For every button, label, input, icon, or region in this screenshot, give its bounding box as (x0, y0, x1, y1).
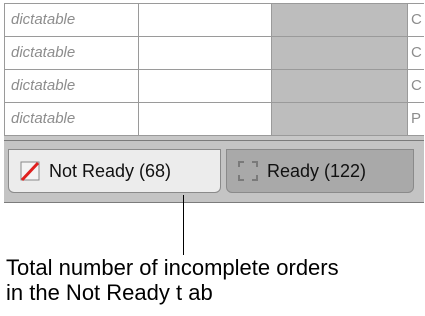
table-cell (272, 37, 408, 69)
not-ready-icon (19, 160, 41, 182)
cell-text: dictatable (11, 44, 76, 61)
table-row[interactable]: dictatable C (4, 37, 424, 70)
table-cell (272, 4, 408, 36)
tab-not-ready-label: Not Ready (68) (49, 160, 172, 181)
table-row[interactable]: dictatable P (4, 103, 424, 136)
orders-panel: dictatable C dictatable C dictatable C d… (4, 3, 424, 203)
orders-table: dictatable C dictatable C dictatable C d… (4, 3, 424, 140)
table-cell: dictatable (4, 70, 139, 102)
table-row[interactable]: dictatable C (4, 4, 424, 37)
panel-bottom-border (4, 202, 424, 203)
table-cell (272, 103, 408, 135)
callout-line-2: in the Not Ready t ab (6, 280, 213, 305)
table-cell (139, 70, 272, 102)
tab-ready[interactable]: Ready (122) (226, 149, 414, 193)
callout-pointer-line (183, 195, 184, 255)
table-cell (272, 70, 408, 102)
table-cell: dictatable (4, 4, 139, 36)
cell-text: C (411, 77, 422, 94)
table-cell (139, 4, 272, 36)
callout-line-1: Total number of incomplete orders (6, 255, 339, 280)
cell-text: P (411, 110, 422, 127)
table-cell: dictatable (4, 37, 139, 69)
table-cell: C (408, 37, 424, 69)
table-cell: dictatable (4, 103, 139, 135)
ready-icon (237, 160, 259, 182)
cell-text: dictatable (11, 110, 76, 127)
cell-text: C (411, 11, 422, 28)
table-cell: C (408, 4, 424, 36)
table-cell: C (408, 70, 424, 102)
cell-text: C (411, 44, 422, 61)
tab-not-ready[interactable]: Not Ready (68) (8, 149, 221, 193)
table-cell (139, 103, 272, 135)
table-cell: P (408, 103, 424, 135)
table-cell (139, 37, 272, 69)
tab-ready-label: Ready (122) (267, 160, 367, 181)
table-row[interactable]: dictatable C (4, 70, 424, 103)
cell-text: dictatable (11, 11, 76, 28)
cell-text: dictatable (11, 77, 76, 94)
callout-caption: Total number of incomplete orders in the… (6, 255, 339, 305)
tab-bar: Not Ready (68) Ready (122) (4, 140, 424, 203)
